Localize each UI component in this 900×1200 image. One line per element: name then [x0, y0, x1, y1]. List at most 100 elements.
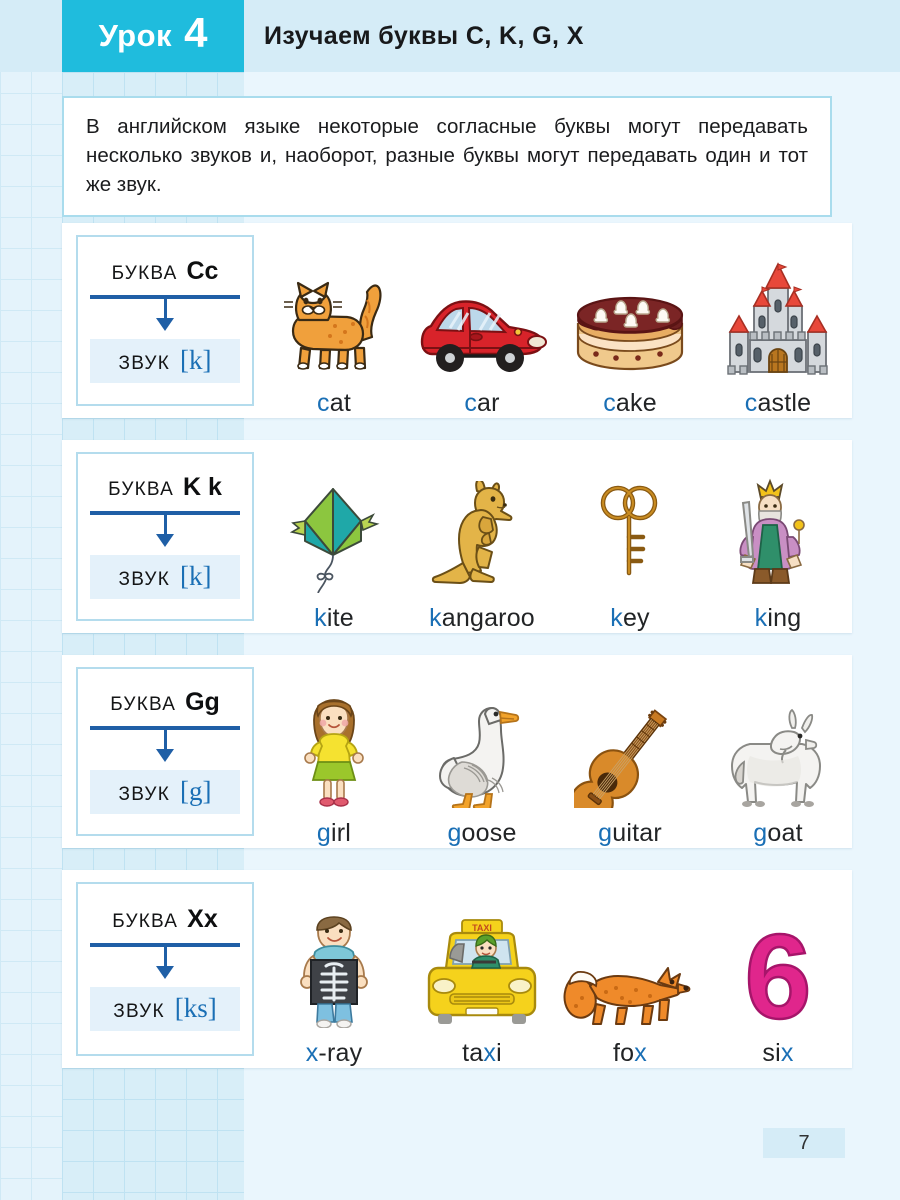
letter-card-glyph: K k: [182, 472, 222, 501]
letter-card-label: БУКВА: [110, 693, 177, 715]
kite-icon: [281, 481, 387, 593]
sound-value: [k]: [179, 560, 212, 591]
king-icon: [723, 478, 833, 593]
letter-card-label: БУКВА: [112, 911, 179, 932]
letter-card-label: БУКВА: [108, 478, 174, 500]
lesson-tab: Урок 4: [62, 0, 244, 72]
page-number: 7: [763, 1128, 845, 1158]
six-icon: 6: [736, 916, 820, 1028]
girl-icon: [296, 696, 372, 808]
word-label: taxi: [462, 1039, 502, 1067]
arrow-down-icon: [90, 510, 240, 547]
intro-text: В английском языке некоторые согласные б…: [86, 115, 808, 197]
sound-value: [k]: [179, 344, 212, 375]
arrow-down-icon: [90, 294, 240, 331]
sound-label: ЗВУК: [118, 568, 170, 590]
word-items-k: kite kangaroo key king: [254, 440, 862, 633]
arrow-down-icon: [90, 943, 240, 979]
letter-card-label: БУКВА: [111, 262, 178, 284]
word-label: six: [762, 1039, 794, 1067]
word-item[interactable]: kite: [260, 481, 408, 633]
word-label: goat: [753, 819, 803, 847]
word-item[interactable]: castle: [704, 262, 852, 418]
sound-label: ЗВУК: [113, 1001, 165, 1022]
sound-value: [ks]: [174, 993, 217, 1023]
arrow-down-icon: [90, 725, 240, 762]
svg-text:6: 6: [745, 920, 812, 1028]
letter-card-glyph: Gg: [185, 687, 220, 716]
word-item[interactable]: guitar: [556, 696, 704, 848]
word-item[interactable]: cake: [556, 266, 704, 418]
taxi-icon: TAXI: [424, 916, 540, 1028]
word-label: cake: [603, 389, 657, 417]
letter-card-glyph: Xx: [187, 905, 218, 933]
word-items-g: girl goose guitar goat: [254, 655, 862, 848]
sound-box-c: ЗВУК [k]: [90, 338, 240, 383]
word-item[interactable]: girl: [260, 696, 408, 848]
word-label: kangaroo: [429, 604, 535, 632]
sound-value: [g]: [179, 775, 212, 806]
word-label: guitar: [598, 819, 662, 847]
word-item[interactable]: car: [408, 266, 556, 418]
word-item[interactable]: fox: [556, 916, 704, 1068]
word-item[interactable]: king: [704, 478, 852, 633]
svg-text:TAXI: TAXI: [472, 923, 492, 933]
word-item[interactable]: cat: [260, 266, 408, 418]
letter-card-k: БУКВА K k ЗВУК [k]: [76, 452, 254, 621]
word-label: girl: [316, 819, 352, 847]
car-icon: [414, 266, 550, 378]
goat-icon: [720, 696, 836, 808]
word-items-x: x-ray TAXI taxi fox 6 six: [254, 870, 862, 1068]
word-item[interactable]: TAXI taxi: [408, 916, 556, 1068]
kangaroo-icon: [429, 481, 535, 593]
sound-box-k: ЗВУК [k]: [90, 554, 240, 599]
goose-icon: [432, 696, 532, 808]
word-label: car: [464, 389, 500, 417]
word-label: x-ray: [305, 1039, 363, 1067]
letter-card-g: БУКВА Gg ЗВУК [g]: [76, 667, 254, 836]
word-item[interactable]: key: [556, 481, 704, 633]
letter-row-g: БУКВА Gg ЗВУК [g] girl goose guitar goat: [62, 655, 852, 848]
cake-icon: [570, 266, 690, 378]
grid-band-5: [62, 848, 244, 870]
word-item[interactable]: goat: [704, 696, 852, 848]
word-label: goose: [447, 819, 517, 847]
lesson-number: 4: [184, 9, 208, 56]
letter-row-x: БУКВА Xx ЗВУК [ks] x-ray TAXI taxi fox 6…: [62, 870, 852, 1068]
letter-row-k: БУКВА K k ЗВУК [k] kite kangaroo key kin…: [62, 440, 852, 633]
grid-band-3: [62, 418, 244, 440]
lesson-word: Урок: [98, 18, 173, 53]
grid-band-1: [62, 72, 244, 96]
word-label: cat: [317, 389, 351, 417]
castle-icon: [724, 262, 832, 378]
key-icon: [590, 481, 670, 593]
letter-card-x: БУКВА Xx ЗВУК [ks]: [76, 882, 254, 1056]
sound-box-g: ЗВУК [g]: [90, 769, 240, 814]
guitar-icon: [574, 696, 686, 808]
page-title: Изучаем буквы C, K, G, X: [264, 21, 584, 50]
letter-row-c: БУКВА Cc ЗВУК [k] cat car cake castle: [62, 223, 852, 418]
sound-box-x: ЗВУК [ks]: [90, 987, 240, 1031]
word-item[interactable]: x-ray: [260, 916, 408, 1068]
sound-label: ЗВУК: [118, 352, 170, 374]
grid-band-4: [62, 633, 244, 655]
page-header: Урок 4 Изучаем буквы C, K, G, X: [0, 0, 900, 72]
letter-card-c: БУКВА Cc ЗВУК [k]: [76, 235, 254, 406]
word-label: king: [754, 604, 802, 632]
xray-icon: [291, 916, 377, 1028]
word-label: fox: [613, 1039, 647, 1067]
left-grid-margin: [0, 0, 62, 1200]
fox-icon: [560, 916, 700, 1028]
word-items-c: cat car cake castle: [254, 223, 862, 418]
intro-box: В английском языке некоторые согласные б…: [62, 96, 832, 218]
word-item[interactable]: kangaroo: [408, 481, 556, 633]
letter-card-glyph: Cc: [186, 256, 219, 285]
cat-icon: [275, 266, 393, 378]
word-label: kite: [314, 604, 354, 632]
sound-label: ЗВУК: [118, 783, 170, 805]
word-item[interactable]: 6 six: [704, 916, 852, 1068]
grid-band-6: [62, 1068, 244, 1200]
word-item[interactable]: goose: [408, 696, 556, 848]
word-label: castle: [744, 389, 812, 417]
word-label: key: [610, 604, 650, 632]
